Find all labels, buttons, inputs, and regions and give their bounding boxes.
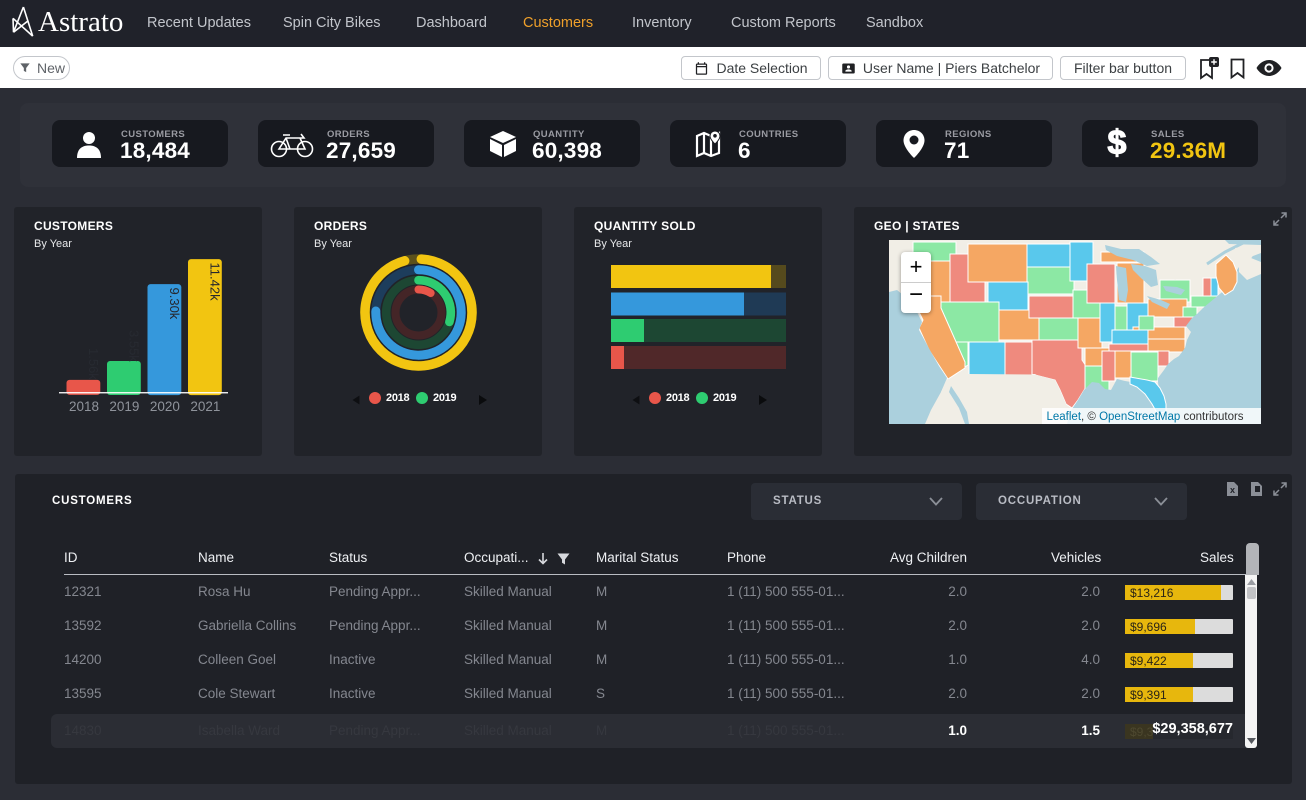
svg-text:1.56k: 1.56k	[86, 348, 101, 380]
svg-text:2020: 2020	[150, 399, 180, 414]
svg-text:$: $	[1108, 127, 1127, 161]
svg-text:9.30k: 9.30k	[167, 288, 182, 320]
svg-text:2018: 2018	[69, 399, 99, 414]
svg-text:Leaflet, © OpenStreetMap contr: Leaflet, © OpenStreetMap contributors	[1047, 411, 1244, 423]
svg-text:2019: 2019	[109, 399, 139, 414]
svg-text:3.55k: 3.55k	[127, 330, 142, 362]
svg-text:x: x	[1230, 485, 1235, 495]
svg-text:11.42k: 11.42k	[208, 263, 223, 302]
svg-text:2021: 2021	[190, 399, 220, 414]
